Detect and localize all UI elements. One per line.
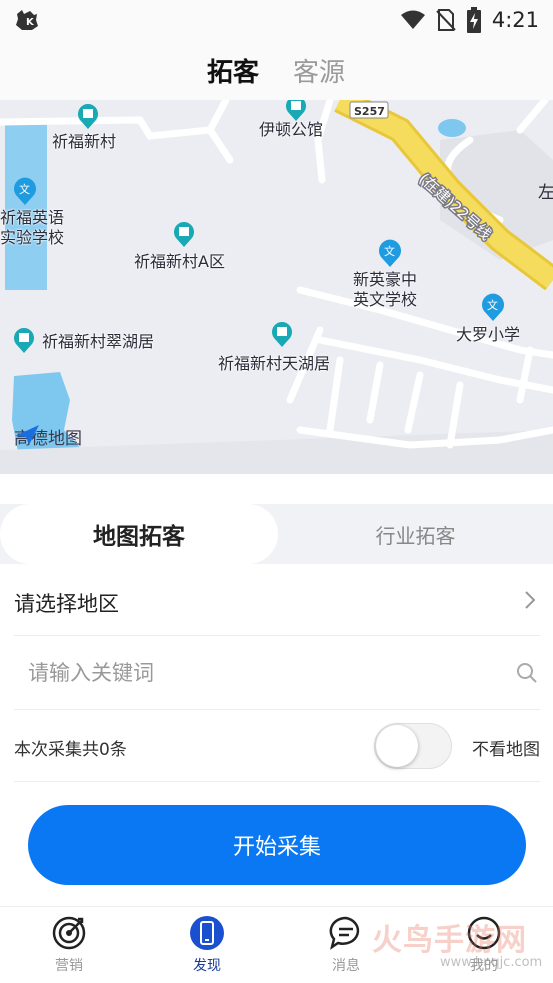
residential-pin-icon[interactable] [270,320,294,348]
tab-keyuan[interactable]: 客源 [293,52,345,89]
nav-label: 消息 [332,958,360,974]
region-selector[interactable]: 请选择地区 [14,564,540,636]
collection-count-text: 本次采集共0条 [14,740,127,760]
app-notification-icon: K [16,10,38,30]
poi-label[interactable]: 大罗小学 [456,325,520,345]
search-icon[interactable] [516,662,538,684]
residential-pin-icon[interactable] [76,102,100,130]
map-base-layer: (在建)22号线 S257 左 [0,100,553,474]
status-time: 4:21 [491,8,539,32]
poi-label[interactable]: 祈福新村翠湖居 [42,332,154,352]
wifi-icon [400,10,425,29]
tab-industry-tuoke[interactable]: 行业拓客 [278,504,553,564]
keyword-input[interactable] [14,636,504,710]
svg-text:文: 文 [487,298,498,312]
road-badge: S257 [354,105,385,118]
start-collection-button[interactable]: 开始采集 [28,805,526,885]
phone-icon [190,916,224,950]
nav-item-marketing[interactable]: 营销 [29,915,109,975]
svg-text:文: 文 [384,244,395,258]
school-pin-icon[interactable]: 文 [480,292,506,322]
map-provider-logo: 高德地图 [14,424,82,449]
tab-map-tuoke[interactable]: 地图拓客 [0,504,278,564]
poi-label[interactable]: 祈福新村 [52,132,116,152]
poi-label[interactable]: 新英豪中 英文学校 [353,270,417,310]
poi-label[interactable]: 祈福英语 实验学校 [0,208,64,248]
tab-tuoke[interactable]: 拓客 [199,52,268,89]
mode-segmented-control: 地图拓客 行业拓客 [0,504,553,564]
nav-label: 发现 [193,958,221,974]
residential-pin-icon[interactable] [172,220,196,248]
top-tab-bar: 拓客 客源 [0,40,553,100]
nav-item-discover[interactable]: 发现 [167,915,247,975]
toggle-knob [376,725,418,767]
profile-icon [467,916,501,950]
nav-label: 我的 [470,958,498,974]
tab-tuoke-label: 拓客 [207,58,260,88]
battery-charging-icon [466,7,481,33]
hide-map-toggle[interactable] [374,723,452,769]
nav-item-messages[interactable]: 消息 [306,915,386,975]
poi-label[interactable]: 祈福新村A区 [134,252,225,272]
poi-label[interactable]: 伊顿公馆 [259,120,323,140]
school-pin-icon[interactable]: 文 [12,176,38,206]
chevron-right-icon [525,591,536,609]
keyword-search-row [14,636,540,710]
hide-map-label: 不看地图 [472,740,540,760]
region-selector-label: 请选择地区 [14,592,119,616]
map-view[interactable]: (在建)22号线 S257 左 祈福新村 伊顿公馆 文 祈福英语 实验学校 祈福… [0,100,553,474]
nav-item-profile[interactable]: 我的 [444,915,524,975]
no-sim-icon [436,9,456,31]
school-pin-icon[interactable]: 文 [377,238,403,268]
chat-icon [329,916,360,950]
residential-pin-icon[interactable] [284,100,308,122]
status-bar: K 4:21 [0,0,553,40]
residential-pin-icon[interactable] [12,326,36,354]
bottom-navigation: 营销 发现 消息 我的 [0,906,553,983]
svg-text:K: K [26,17,35,28]
tab-keyuan-label: 客源 [293,58,346,88]
poi-label[interactable]: 祈福新村天湖居 [218,354,330,374]
map-edge-label: 左 [538,183,553,203]
collection-count-row: 本次采集共0条 不看地图 [14,710,540,782]
target-icon [52,916,86,950]
nav-label: 营销 [55,958,83,974]
collection-panel: 地图拓客 行业拓客 请选择地区 本次采集共0条 不看地图 开始采集 [0,474,553,906]
svg-text:文: 文 [19,182,30,196]
amap-logo-icon [15,425,39,445]
